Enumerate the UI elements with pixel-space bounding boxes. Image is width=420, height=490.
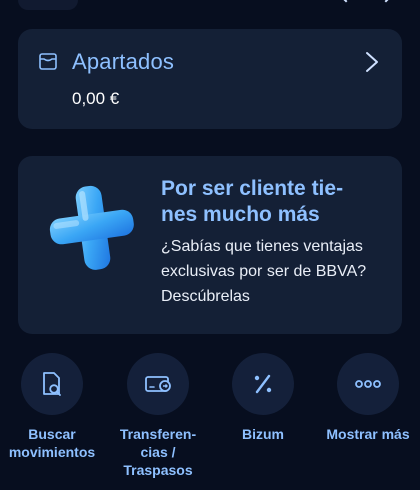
promo-card[interactable]: Por ser cliente tie- nes mucho más ¿Sabí…: [18, 156, 402, 334]
transfer-icon: [145, 376, 171, 392]
action-circle[interactable]: [127, 353, 189, 415]
action-circle[interactable]: [337, 353, 399, 415]
search-document-icon: [43, 372, 61, 396]
action-mostrar-mas[interactable]: Mostrar más: [316, 353, 420, 443]
apartados-title: Apartados: [72, 49, 175, 74]
promo-title: Por ser cliente tie- nes mucho más: [161, 177, 344, 226]
action-circle[interactable]: [232, 353, 294, 415]
bizum-icon: [254, 374, 272, 394]
action-label: Bizum: [242, 426, 284, 442]
next-arrow-icon[interactable]: [377, 0, 395, 3]
action-circle[interactable]: [21, 353, 83, 415]
prev-arrow-icon[interactable]: [337, 0, 355, 3]
apartados-card[interactable]: Apartados 0,00 €: [18, 29, 402, 129]
action-bizum[interactable]: Bizum: [211, 353, 315, 443]
action-label: Mostrar más: [326, 426, 410, 442]
action-label: Buscar movimientos: [8, 426, 96, 460]
quick-actions: Buscar movimientos Transferen- cias / Tr…: [0, 353, 420, 490]
action-label: Transferen- cias / Traspasos: [119, 426, 197, 478]
action-transferencias[interactable]: Transferen- cias / Traspasos: [106, 353, 210, 479]
chevron-right-icon[interactable]: [364, 51, 380, 73]
plus-illustration-icon: [49, 185, 134, 270]
carousel-nav[interactable]: [322, 0, 402, 10]
top-partial-badge: [18, 0, 78, 10]
action-buscar-movimientos[interactable]: Buscar movimientos: [0, 353, 104, 461]
promo-body: ¿Sabías que tienes ventajas exclusivas p…: [161, 238, 367, 305]
more-icon: [355, 380, 381, 388]
apartados-amount: 0,00 €: [72, 89, 120, 108]
box-icon: [39, 53, 57, 70]
